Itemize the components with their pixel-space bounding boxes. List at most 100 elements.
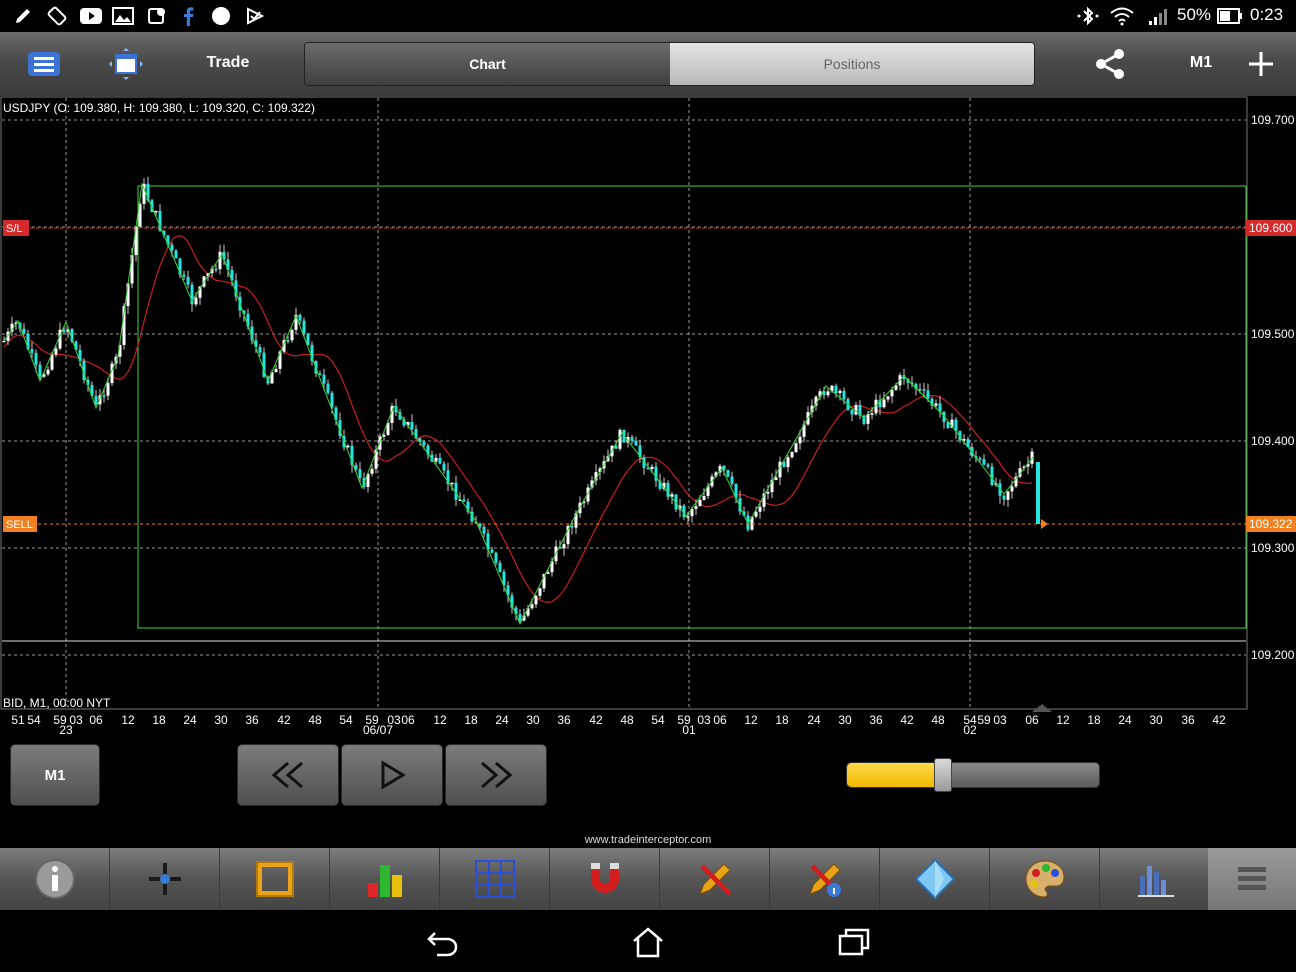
indicators-button[interactable] bbox=[330, 848, 440, 910]
pencil-icon bbox=[12, 6, 34, 26]
candle-body bbox=[38, 364, 42, 377]
candle-body bbox=[370, 468, 374, 474]
play-button[interactable] bbox=[341, 744, 443, 806]
time-tick: 06 bbox=[89, 713, 103, 727]
candle-body bbox=[34, 352, 38, 365]
candle-body bbox=[186, 276, 190, 285]
time-tick: 30 bbox=[838, 713, 852, 727]
fast-forward-icon bbox=[481, 761, 513, 789]
candle-body bbox=[174, 250, 178, 259]
tab-chart[interactable]: Chart bbox=[305, 43, 670, 85]
candle-body bbox=[358, 469, 362, 479]
candle-body bbox=[686, 516, 690, 518]
shield-icon bbox=[146, 6, 168, 26]
time-tick: 12 bbox=[433, 713, 447, 727]
price-label: 109.400 bbox=[1251, 434, 1295, 448]
fast-forward-button[interactable] bbox=[445, 744, 547, 806]
objects-button[interactable] bbox=[880, 848, 990, 910]
main-menu-button[interactable] bbox=[1208, 848, 1296, 910]
time-tick: 36 bbox=[245, 713, 259, 727]
candle-body bbox=[1002, 495, 1006, 500]
time-tick: 03 bbox=[993, 713, 1007, 727]
draw-button[interactable] bbox=[660, 848, 770, 910]
share-icon[interactable] bbox=[1090, 44, 1130, 84]
recents-button[interactable] bbox=[834, 922, 874, 962]
chart-footer: BID, M1, 00:00 NYT bbox=[3, 696, 111, 710]
home-button[interactable] bbox=[628, 922, 668, 962]
candle-body bbox=[570, 525, 574, 528]
pencil-info-icon bbox=[808, 863, 841, 897]
candle-body bbox=[22, 328, 26, 334]
candle-body bbox=[726, 470, 730, 477]
candle-body bbox=[450, 482, 454, 485]
add-icon[interactable] bbox=[1242, 46, 1280, 82]
time-tick: 24 bbox=[183, 713, 197, 727]
tab-positions[interactable]: Positions bbox=[670, 43, 1034, 85]
candle-body bbox=[326, 383, 330, 393]
candle-body bbox=[538, 588, 542, 596]
chart-header: USDJPY (O: 109.380, H: 109.380, L: 109.3… bbox=[3, 101, 315, 115]
time-tick: 48 bbox=[620, 713, 634, 727]
candle-body bbox=[498, 562, 502, 572]
candle-body bbox=[130, 255, 134, 284]
candle-body bbox=[434, 457, 438, 462]
timeframe-selector[interactable]: M1 bbox=[1178, 54, 1224, 72]
time-tick: 24 bbox=[495, 713, 509, 727]
price-label: 109.200 bbox=[1251, 648, 1295, 662]
candle-body bbox=[286, 340, 290, 342]
date-label: 06/07 bbox=[363, 723, 393, 736]
time-tick: 42 bbox=[277, 713, 291, 727]
time-tick: 18 bbox=[152, 713, 166, 727]
time-tick: 59 bbox=[977, 713, 991, 727]
watermark: www.tradeinterceptor.com bbox=[584, 834, 712, 846]
draw-info-button[interactable] bbox=[770, 848, 880, 910]
crosshair-button[interactable] bbox=[110, 848, 220, 910]
system-nav-bar bbox=[0, 910, 1296, 972]
time-tick: 18 bbox=[464, 713, 478, 727]
frame-icon bbox=[255, 861, 294, 897]
candle-body bbox=[410, 422, 414, 430]
zoom-slider-thumb[interactable] bbox=[934, 758, 952, 792]
grid-button[interactable] bbox=[440, 848, 550, 910]
candle-body bbox=[330, 392, 334, 408]
wifi-icon bbox=[1108, 6, 1136, 26]
candle-body bbox=[322, 374, 326, 384]
time-tick: 12 bbox=[1056, 713, 1070, 727]
indicator-settings-button[interactable] bbox=[1100, 848, 1210, 910]
candle-body bbox=[826, 391, 830, 396]
window-icon[interactable] bbox=[104, 44, 148, 84]
magnet-button[interactable] bbox=[550, 848, 660, 910]
time-tick: 51 bbox=[11, 713, 25, 727]
rewind-button[interactable] bbox=[237, 744, 339, 806]
date-label: 01 bbox=[682, 723, 696, 736]
back-button[interactable] bbox=[422, 922, 462, 962]
time-tick: 48 bbox=[308, 713, 322, 727]
timeframe-button[interactable]: M1 bbox=[10, 744, 100, 806]
date-label: 02 bbox=[963, 723, 977, 736]
candle-body bbox=[94, 395, 98, 405]
candle-body bbox=[882, 399, 886, 408]
candle-body bbox=[702, 496, 706, 500]
playback-controls: M1 bbox=[0, 736, 1296, 846]
info-button[interactable] bbox=[0, 848, 110, 910]
time-tick: 54 bbox=[27, 713, 41, 727]
frame-button[interactable] bbox=[220, 848, 330, 910]
trade-button[interactable]: Trade bbox=[190, 54, 266, 72]
colors-button[interactable] bbox=[990, 848, 1100, 910]
candle-body bbox=[530, 604, 534, 609]
facebook-icon bbox=[180, 6, 196, 26]
zoom-slider[interactable] bbox=[846, 762, 1100, 788]
price-chart[interactable]: USDJPY (O: 109.380, H: 109.380, L: 109.3… bbox=[0, 96, 1296, 736]
list-menu-icon[interactable] bbox=[22, 44, 66, 84]
status-bar: 50% 0:23 bbox=[0, 0, 1296, 32]
price-label: 109.500 bbox=[1251, 327, 1295, 341]
candle-body bbox=[482, 526, 486, 534]
time-tick: 12 bbox=[121, 713, 135, 727]
rotate-icon bbox=[46, 6, 68, 26]
circle-icon bbox=[210, 6, 232, 26]
diamond-icon bbox=[914, 858, 955, 900]
candle-body bbox=[182, 274, 186, 277]
candle-body bbox=[218, 251, 222, 270]
candle-body bbox=[842, 390, 846, 400]
candle-body bbox=[194, 297, 198, 305]
